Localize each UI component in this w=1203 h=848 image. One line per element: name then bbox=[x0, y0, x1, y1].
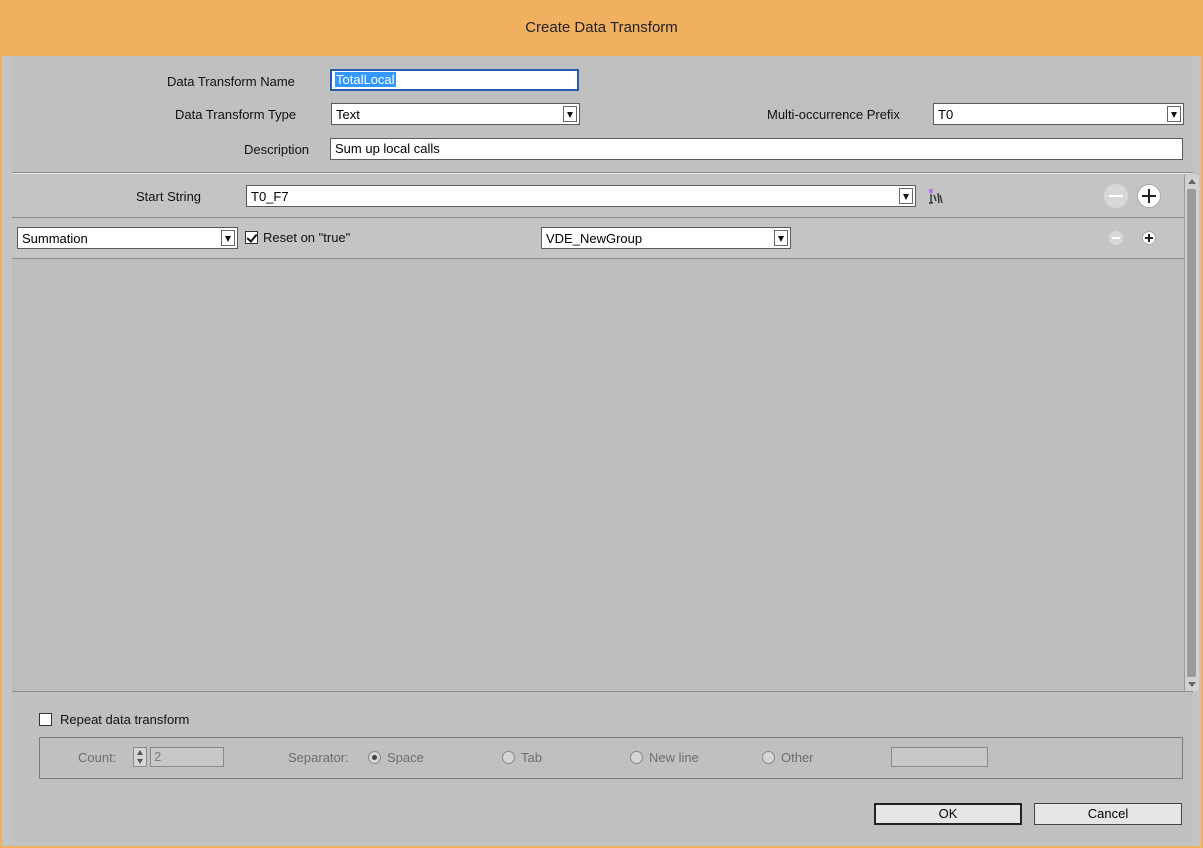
divider bbox=[12, 691, 1193, 692]
separator-label: Separator: bbox=[288, 750, 349, 765]
radio-tab-label: Tab bbox=[521, 750, 542, 765]
title-bar[interactable]: Create Data Transform bbox=[2, 2, 1201, 56]
add-button[interactable] bbox=[1137, 184, 1161, 208]
prefix-dropdown[interactable]: T0 bbox=[933, 103, 1184, 125]
radio-other[interactable] bbox=[762, 751, 775, 764]
chevron-down-icon bbox=[899, 188, 913, 204]
radio-other-label: Other bbox=[781, 750, 814, 765]
ok-button[interactable]: OK bbox=[874, 803, 1022, 825]
dialog-title: Create Data Transform bbox=[525, 19, 678, 36]
scroll-up-icon[interactable] bbox=[1188, 179, 1196, 184]
name-label: Data Transform Name bbox=[167, 74, 295, 89]
repeat-checkbox[interactable] bbox=[39, 713, 52, 726]
count-label: Count: bbox=[78, 750, 117, 765]
description-input[interactable]: Sum up local calls bbox=[330, 138, 1183, 160]
group-value: VDE_NewGroup bbox=[546, 231, 643, 246]
start-string-row: Start String T0_F7 bbox=[12, 175, 1184, 217]
remove-rule-button[interactable] bbox=[1109, 231, 1123, 245]
chevron-down-icon bbox=[563, 106, 577, 122]
name-value: TotalLocal bbox=[335, 72, 396, 87]
prefix-label: Multi-occurrence Prefix bbox=[767, 107, 900, 122]
radio-new-line[interactable] bbox=[630, 751, 643, 764]
reset-label: Reset on "true" bbox=[263, 230, 351, 245]
radio-tab[interactable] bbox=[502, 751, 515, 764]
insert-field-icon[interactable] bbox=[927, 189, 945, 205]
dialog-body: Data Transform Name TotalLocal Data Tran… bbox=[12, 56, 1199, 842]
repeat-label: Repeat data transform bbox=[60, 712, 190, 727]
chevron-down-icon bbox=[774, 230, 788, 246]
prefix-value: T0 bbox=[938, 107, 954, 122]
start-string-value: T0_F7 bbox=[251, 189, 289, 204]
type-value: Text bbox=[336, 107, 360, 122]
count-spinner-icon[interactable] bbox=[133, 747, 147, 767]
chevron-down-icon bbox=[1167, 106, 1181, 122]
radio-space-label: Space bbox=[387, 750, 424, 765]
chevron-down-icon bbox=[221, 230, 235, 246]
rule-row: Summation Reset on "true" VDE_NewGroup bbox=[12, 218, 1184, 258]
scroll-thumb[interactable] bbox=[1187, 189, 1196, 677]
repeat-options-group: Count: 2 Separator: Space Tab New line O… bbox=[39, 737, 1183, 779]
type-dropdown[interactable]: Text bbox=[331, 103, 580, 125]
divider bbox=[12, 173, 1193, 174]
operation-value: Summation bbox=[22, 231, 88, 246]
radio-space[interactable] bbox=[368, 751, 381, 764]
count-input[interactable]: 2 bbox=[150, 747, 224, 767]
add-rule-button[interactable] bbox=[1142, 231, 1156, 245]
vertical-scrollbar[interactable] bbox=[1184, 175, 1199, 691]
remove-button[interactable] bbox=[1104, 184, 1128, 208]
group-dropdown[interactable]: VDE_NewGroup bbox=[541, 227, 791, 249]
radio-new-line-label: New line bbox=[649, 750, 699, 765]
start-string-label: Start String bbox=[136, 189, 202, 204]
reset-checkbox[interactable] bbox=[245, 231, 258, 244]
start-string-dropdown[interactable]: T0_F7 bbox=[246, 185, 916, 207]
rules-area bbox=[12, 259, 1184, 691]
scroll-down-icon[interactable] bbox=[1188, 682, 1196, 687]
name-input[interactable]: TotalLocal bbox=[330, 69, 579, 91]
operation-dropdown[interactable]: Summation bbox=[17, 227, 238, 249]
description-label: Description bbox=[244, 142, 310, 157]
other-separator-input[interactable] bbox=[891, 747, 988, 767]
dialog-window: Create Data Transform Data Transform Nam… bbox=[0, 0, 1203, 848]
type-label: Data Transform Type bbox=[175, 107, 297, 122]
cancel-button[interactable]: Cancel bbox=[1034, 803, 1182, 825]
